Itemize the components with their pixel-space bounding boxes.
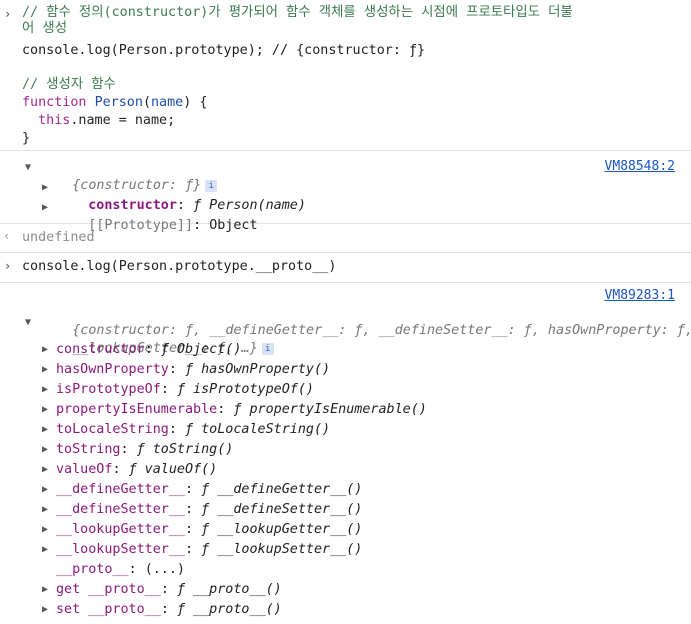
object-property[interactable]: __defineGetter__: ƒ __defineGetter__() xyxy=(56,481,362,499)
property-separator: : xyxy=(168,422,185,437)
triangle-right-icon[interactable]: ▶ xyxy=(42,182,48,193)
object-property[interactable]: get __proto__: ƒ __proto__() xyxy=(56,581,282,599)
property-separator: : xyxy=(160,382,177,397)
triangle-right-icon[interactable]: ▶ xyxy=(42,504,48,515)
triangle-right-icon[interactable]: ▶ xyxy=(42,364,48,375)
triangle-right-icon[interactable]: ▶ xyxy=(42,444,48,455)
source-link[interactable]: VM88548:2 xyxy=(605,159,675,174)
object-property[interactable]: __proto__: (...) xyxy=(56,561,185,579)
triangle-right-icon[interactable]: ▶ xyxy=(42,202,48,213)
property-separator: : xyxy=(168,362,185,377)
property-separator: : xyxy=(185,542,202,557)
triangle-right-icon[interactable]: ▶ xyxy=(42,464,48,475)
code-line-this: this.name = name; xyxy=(38,113,176,128)
property-key: toString xyxy=(56,442,121,457)
triangle-down-icon[interactable]: ▼ xyxy=(25,162,31,173)
object-property[interactable]: __lookupGetter__: ƒ __lookupGetter__() xyxy=(56,521,362,539)
property-separator: : xyxy=(128,562,145,577)
triangle-down-icon[interactable]: ▼ xyxy=(25,317,31,328)
property-key: toLocaleString xyxy=(56,422,169,437)
code-line: // 생성자 함수 xyxy=(22,77,116,92)
property-value: ƒ valueOf() xyxy=(128,462,218,477)
property-key: propertyIsEnumerable xyxy=(56,402,218,417)
triangle-right-icon[interactable]: ▶ xyxy=(42,344,48,355)
property-value: ƒ __defineGetter__() xyxy=(201,482,363,497)
property-value: ƒ __lookupGetter__() xyxy=(201,522,363,537)
object-property[interactable]: isPrototypeOf: ƒ isPrototypeOf() xyxy=(56,381,314,399)
triangle-right-icon[interactable]: ▶ xyxy=(42,484,48,495)
property-value: ƒ __proto__() xyxy=(176,582,282,597)
property-separator: : xyxy=(217,402,234,417)
code-line: // 함수 정의(constructor)가 평가되어 함수 객체를 생성하는 … xyxy=(22,5,573,20)
property-separator: : xyxy=(185,522,202,537)
object-property[interactable]: constructor: ƒ Object() xyxy=(56,341,241,359)
triangle-right-icon[interactable]: ▶ xyxy=(42,404,48,415)
return-arrow-icon: ‹ xyxy=(3,229,11,243)
triangle-right-icon[interactable]: ▶ xyxy=(42,544,48,555)
property-separator: : xyxy=(120,442,137,457)
info-icon[interactable]: i xyxy=(261,343,274,355)
property-separator: : xyxy=(185,502,202,517)
property-value: ƒ toLocaleString() xyxy=(185,422,331,437)
triangle-right-icon[interactable]: ▶ xyxy=(42,584,48,595)
property-key: set __proto__ xyxy=(56,602,161,617)
property-key: __defineGetter__ xyxy=(56,482,185,497)
property-value: ƒ Object() xyxy=(160,342,242,357)
code-line: console.log(Person.prototype.__proto__) xyxy=(22,259,337,274)
property-separator: : xyxy=(160,582,177,597)
property-value: ƒ toString() xyxy=(136,442,234,457)
return-value: undefined xyxy=(22,230,95,245)
object-property[interactable]: set __proto__: ƒ __proto__() xyxy=(56,601,282,619)
property-key: constructor xyxy=(56,342,145,357)
property-value: (...) xyxy=(144,562,185,577)
property-value: ƒ propertyIsEnumerable() xyxy=(233,402,427,417)
object-property[interactable]: __defineSetter__: ƒ __defineSetter__() xyxy=(56,501,362,519)
property-key: __defineSetter__ xyxy=(56,502,185,517)
object-property[interactable]: hasOwnProperty: ƒ hasOwnProperty() xyxy=(56,361,330,379)
console-output-entry-2: VM89283:1 ▼ {constructor: ƒ, __defineGet… xyxy=(0,283,691,624)
property-key: valueOf xyxy=(56,462,113,477)
object-property[interactable]: toLocaleString: ƒ toLocaleString() xyxy=(56,421,330,439)
property-separator: : xyxy=(112,462,129,477)
code-line: 어 생성 xyxy=(22,21,68,36)
triangle-right-icon[interactable]: ▶ xyxy=(42,524,48,535)
property-separator: : xyxy=(144,342,161,357)
property-separator: : xyxy=(185,482,202,497)
object-property[interactable]: valueOf: ƒ valueOf() xyxy=(56,461,217,479)
property-key: __proto__ xyxy=(56,562,129,577)
object-property[interactable]: propertyIsEnumerable: ƒ propertyIsEnumer… xyxy=(56,401,427,419)
console-input-entry-2: › console.log(Person.prototype.__proto__… xyxy=(0,253,691,283)
console-return-entry: ‹ undefined xyxy=(0,224,691,253)
property-key: __lookupSetter__ xyxy=(56,542,185,557)
chevron-right-icon: › xyxy=(4,7,12,21)
triangle-right-icon[interactable]: ▶ xyxy=(42,424,48,435)
object-property[interactable]: __lookupSetter__: ƒ __lookupSetter__() xyxy=(56,541,362,559)
property-key: __lookupGetter__ xyxy=(56,522,185,537)
property-key: isPrototypeOf xyxy=(56,382,161,397)
property-value: ƒ isPrototypeOf() xyxy=(176,382,314,397)
code-line-function: function Person(name) { xyxy=(22,95,208,110)
console-output-entry-1: VM88548:2 ▼ {constructor: ƒ} i ▶ construc… xyxy=(0,151,691,233)
triangle-right-icon[interactable]: ▶ xyxy=(42,604,48,615)
object-property[interactable]: toString: ƒ toString() xyxy=(56,441,233,459)
console-input-entry-1: › // 함수 정의(constructor)가 평가되어 함수 객체를 생성하… xyxy=(0,0,691,151)
triangle-right-icon[interactable]: ▶ xyxy=(42,384,48,395)
property-value: ƒ __defineSetter__() xyxy=(201,502,363,517)
source-link[interactable]: VM89283:1 xyxy=(605,288,675,303)
property-key: get __proto__ xyxy=(56,582,161,597)
property-value: ƒ __proto__() xyxy=(176,602,282,617)
code-line: } xyxy=(22,131,31,146)
property-value: ƒ hasOwnProperty() xyxy=(185,362,331,377)
chevron-right-icon: › xyxy=(4,259,12,273)
code-line: console.log(Person.prototype); // {const… xyxy=(22,43,426,58)
property-value: ƒ __lookupSetter__() xyxy=(201,542,363,557)
property-separator: : xyxy=(160,602,177,617)
property-key: hasOwnProperty xyxy=(56,362,169,377)
